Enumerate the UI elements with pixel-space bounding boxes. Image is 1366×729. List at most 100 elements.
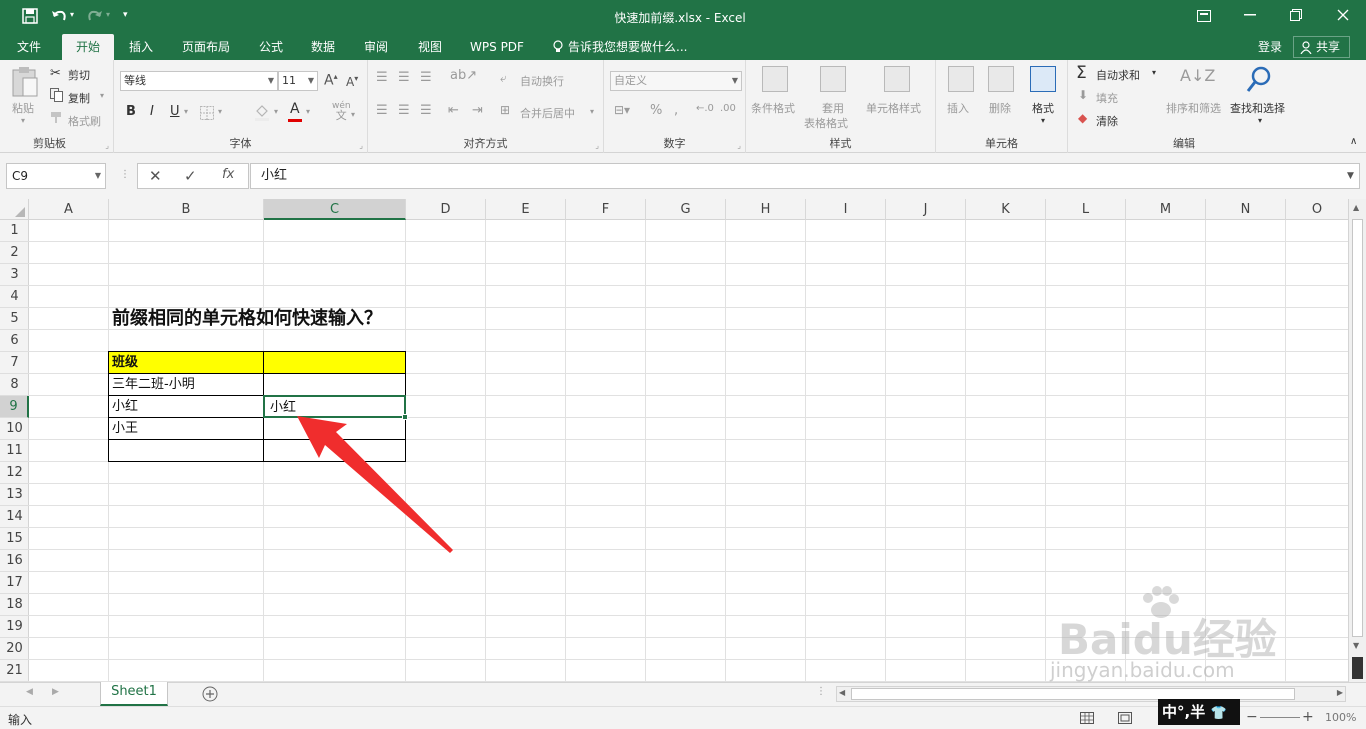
row-header-1[interactable]: 1: [0, 220, 29, 242]
tab-wps-pdf[interactable]: WPS PDF: [460, 34, 534, 60]
column-header-a[interactable]: A: [29, 199, 109, 220]
column-header-f[interactable]: F: [566, 199, 646, 220]
save-icon[interactable]: [22, 8, 38, 24]
find-dropdown-icon[interactable]: ▾: [1258, 116, 1262, 125]
clear-button[interactable]: 清除: [1096, 113, 1118, 129]
row-header-8[interactable]: 8: [0, 374, 29, 396]
restore-icon[interactable]: [1290, 9, 1302, 21]
scroll-left-icon[interactable]: ◀: [839, 688, 845, 697]
zoom-out-icon[interactable]: −: [1246, 709, 1258, 725]
zoom-in-icon[interactable]: +: [1302, 709, 1314, 725]
underline-dropdown-icon[interactable]: ▾: [184, 107, 188, 116]
row-header-14[interactable]: 14: [0, 506, 29, 528]
autosum-button[interactable]: 自动求和: [1096, 67, 1140, 83]
enter-icon[interactable]: ✓: [184, 167, 197, 185]
add-sheet-icon[interactable]: [202, 686, 218, 702]
split-handle[interactable]: [1352, 657, 1363, 679]
find-select-button[interactable]: 查找和选择: [1230, 100, 1285, 116]
cut-button[interactable]: 剪切: [68, 67, 90, 83]
column-header-d[interactable]: D: [406, 199, 486, 220]
sigma-icon[interactable]: Σ: [1076, 63, 1087, 83]
row-header-6[interactable]: 6: [0, 330, 29, 352]
row-header-18[interactable]: 18: [0, 594, 29, 616]
column-header-g[interactable]: G: [646, 199, 726, 220]
close-icon[interactable]: [1337, 9, 1349, 21]
zoom-slider[interactable]: [1260, 717, 1300, 718]
font-launcher-icon[interactable]: ⌟: [359, 141, 363, 150]
eraser-icon[interactable]: ◆: [1078, 111, 1087, 125]
chevron-down-icon[interactable]: ▼: [95, 164, 101, 188]
zoom-level[interactable]: 100%: [1325, 711, 1356, 724]
row-header-17[interactable]: 17: [0, 572, 29, 594]
column-header-e[interactable]: E: [486, 199, 566, 220]
scroll-down-icon[interactable]: ▼: [1353, 641, 1359, 650]
column-header-b[interactable]: B: [109, 199, 264, 220]
row-header-7[interactable]: 7: [0, 352, 29, 374]
tab-home[interactable]: 开始: [62, 34, 114, 60]
row-header-5[interactable]: 5: [0, 308, 29, 330]
tell-me-search[interactable]: 告诉我您想要做什么...: [568, 34, 698, 60]
row-header-19[interactable]: 19: [0, 616, 29, 638]
row-header-3[interactable]: 3: [0, 264, 29, 286]
underline-button[interactable]: U: [170, 104, 180, 119]
sheet-nav-next-icon[interactable]: ▶: [52, 687, 59, 697]
collapse-ribbon-icon[interactable]: ∧: [1350, 136, 1357, 147]
column-header-l[interactable]: L: [1046, 199, 1126, 220]
column-header-i[interactable]: I: [806, 199, 886, 220]
row-header-16[interactable]: 16: [0, 550, 29, 572]
redo-icon[interactable]: [86, 7, 104, 25]
column-header-j[interactable]: J: [886, 199, 966, 220]
font-color-dropdown-icon[interactable]: ▾: [306, 107, 310, 116]
column-header-m[interactable]: M: [1126, 199, 1206, 220]
scroll-right-icon[interactable]: ▶: [1337, 688, 1343, 697]
bold-button[interactable]: B: [126, 104, 136, 119]
row-header-4[interactable]: 4: [0, 286, 29, 308]
format-cells-button[interactable]: 格式: [1032, 100, 1054, 116]
scroll-thumb[interactable]: [1352, 219, 1363, 637]
select-all-button[interactable]: [0, 199, 29, 220]
row-header-21[interactable]: 21: [0, 660, 29, 682]
format-dropdown-icon[interactable]: ▾: [1041, 116, 1045, 125]
column-header-c[interactable]: C: [264, 199, 406, 220]
page-layout-icon[interactable]: [1118, 712, 1132, 724]
tab-file[interactable]: 文件: [6, 34, 52, 60]
minimize-icon[interactable]: [1244, 14, 1256, 16]
sheet-nav-prev-icon[interactable]: ◀: [26, 687, 33, 697]
row-header-9[interactable]: 9: [0, 396, 29, 418]
column-header-o[interactable]: O: [1286, 199, 1348, 220]
undo-dropdown-icon[interactable]: ▾: [70, 10, 74, 19]
row-header-12[interactable]: 12: [0, 462, 29, 484]
tab-page-layout[interactable]: 页面布局: [172, 34, 240, 60]
vertical-scrollbar[interactable]: ▲ ▼: [1348, 199, 1366, 682]
share-button[interactable]: 共享: [1293, 36, 1350, 58]
tab-formulas[interactable]: 公式: [250, 34, 292, 60]
ribbon-display-icon[interactable]: [1197, 10, 1211, 22]
expand-formula-icon[interactable]: ▼: [1347, 171, 1354, 181]
scroll-up-icon[interactable]: ▲: [1353, 203, 1359, 212]
paste-label[interactable]: 粘贴: [12, 100, 34, 116]
row-header-15[interactable]: 15: [0, 528, 29, 550]
column-header-n[interactable]: N: [1206, 199, 1286, 220]
undo-icon[interactable]: [50, 7, 68, 25]
tab-data[interactable]: 数据: [302, 34, 344, 60]
normal-view-icon[interactable]: [1080, 712, 1094, 724]
name-box[interactable]: C9 ▼: [6, 163, 106, 189]
column-header-h[interactable]: H: [726, 199, 806, 220]
row-header-10[interactable]: 10: [0, 418, 29, 440]
customize-toolbar-icon[interactable]: ▾: [123, 10, 128, 20]
cancel-icon[interactable]: ✕: [149, 167, 162, 185]
font-family-select[interactable]: 等线 ▼: [120, 71, 278, 91]
insert-function-icon[interactable]: fx: [222, 167, 234, 182]
worksheet-grid[interactable]: 前缀相同的单元格如何快速输入？ 班级 三年二班-小明 小红 小王 小红 Baid…: [29, 220, 1348, 682]
row-header-13[interactable]: 13: [0, 484, 29, 506]
cut-icon[interactable]: ✂: [50, 66, 61, 81]
paste-icon[interactable]: [10, 66, 40, 98]
copy-dropdown-icon[interactable]: ▾: [100, 91, 104, 100]
tab-view[interactable]: 视图: [408, 34, 452, 60]
formula-input[interactable]: 小红: [250, 163, 1360, 189]
row-header-11[interactable]: 11: [0, 440, 29, 462]
font-size-select[interactable]: 11 ▼: [278, 71, 318, 91]
horizontal-scrollbar[interactable]: ◀ ▶: [836, 686, 1346, 702]
copy-button[interactable]: 复制: [68, 90, 90, 106]
format-cells-icon[interactable]: [1030, 66, 1056, 92]
